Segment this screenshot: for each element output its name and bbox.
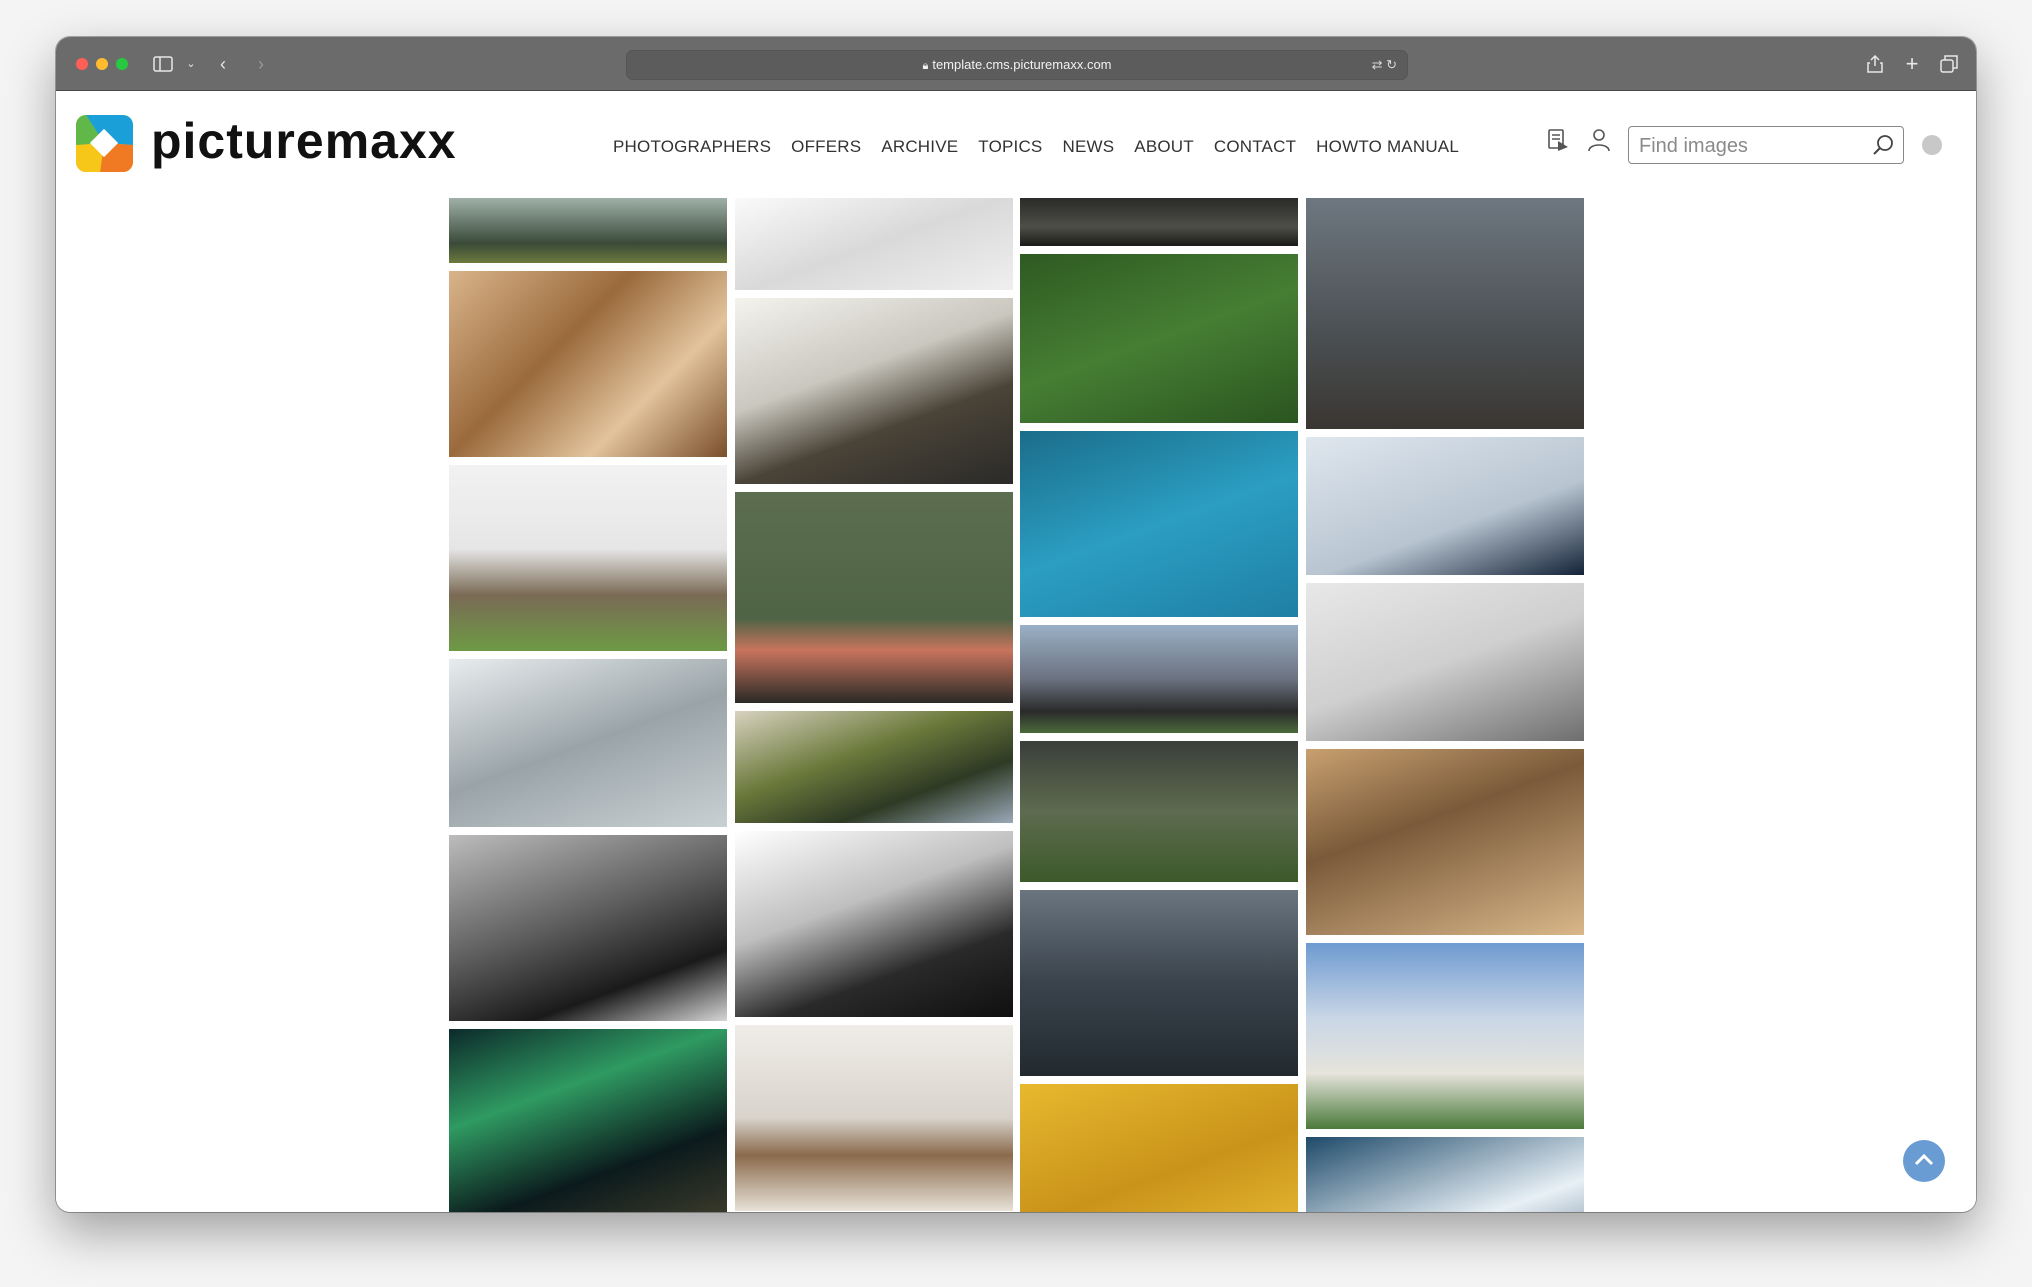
scroll-to-top-button[interactable] (1903, 1140, 1945, 1182)
gallery-image-fjord-lake[interactable] (1020, 890, 1298, 1076)
picturemaxx-logo-icon[interactable] (76, 115, 133, 172)
logo-text[interactable]: picturemaxx (151, 111, 457, 171)
gallery-image-curved-concrete-interior[interactable] (449, 659, 727, 827)
gallery-image-curved-architecture[interactable] (735, 831, 1013, 1017)
language-globe-icon[interactable] (1922, 135, 1942, 155)
gallery-image-light-shadows[interactable] (735, 198, 1013, 290)
nav-about[interactable]: ABOUT (1134, 137, 1194, 157)
nav-contact[interactable]: CONTACT (1214, 137, 1296, 157)
nav-topics[interactable]: TOPICS (978, 137, 1042, 157)
chevron-up-icon (1914, 1153, 1934, 1166)
back-icon[interactable]: ‹ (210, 51, 236, 77)
address-url: template.cms.picturemaxx.com (932, 57, 1112, 72)
gallery-image-office-interior[interactable] (1306, 583, 1584, 741)
share-icon[interactable] (1862, 51, 1888, 77)
gallery-image-yellow-stadium-seats[interactable] (1020, 1084, 1298, 1212)
search-input[interactable] (1637, 127, 1871, 165)
gallery-image-glass-house-terrace[interactable] (449, 465, 727, 651)
nav-news[interactable]: NEWS (1062, 137, 1114, 157)
gallery-image-mountain-valley-aerial[interactable] (735, 711, 1013, 823)
gallery-image-modern-house[interactable] (1020, 625, 1298, 733)
gallery-image-modern-building[interactable] (1306, 943, 1584, 1129)
gallery-image-living-room[interactable] (735, 1025, 1013, 1211)
gallery-image-lake-reflection[interactable] (449, 198, 727, 263)
gallery-image-wooden-ceiling[interactable] (449, 271, 727, 457)
gallery-image-mountain-goats[interactable] (1306, 198, 1584, 429)
gallery-image-rugby-field-aerial[interactable] (1020, 254, 1298, 423)
nav-offers[interactable]: OFFERS (791, 137, 861, 157)
gallery-image-swimmers-aerial[interactable] (1020, 431, 1298, 617)
main-nav: PHOTOGRAPHERS OFFERS ARCHIVE TOPICS NEWS… (613, 137, 1479, 157)
gallery-image-basketball-players[interactable] (1306, 749, 1584, 935)
minimize-window-button[interactable] (96, 58, 108, 70)
new-tab-icon[interactable]: + (1899, 51, 1925, 77)
image-gallery (449, 198, 1584, 1212)
nav-howto-manual[interactable]: HOWTO MANUAL (1316, 137, 1459, 157)
web-page: picturemaxx PHOTOGRAPHERS OFFERS ARCHIVE… (56, 91, 1976, 1212)
maximize-window-button[interactable] (116, 58, 128, 70)
lock-icon: 🔒︎ (922, 60, 929, 72)
forward-icon[interactable]: › (248, 51, 274, 77)
tabs-overview-icon[interactable] (1936, 51, 1962, 77)
close-window-button[interactable] (76, 58, 88, 70)
gallery-image-green-mountain[interactable] (1020, 741, 1298, 882)
search-icon[interactable] (1871, 133, 1895, 157)
gallery-image-climber-snowy-peaks[interactable] (1306, 437, 1584, 575)
gallery-image-basalt-columns-beach[interactable] (449, 835, 727, 1021)
translate-reload-icons[interactable]: ⇄ ↻ (1372, 51, 1397, 79)
nav-archive[interactable]: ARCHIVE (881, 137, 958, 157)
gallery-image-dark-hills[interactable] (1020, 198, 1298, 246)
search-box (1628, 126, 1904, 165)
chevron-down-icon[interactable]: ⌄ (178, 51, 204, 77)
sidebar-toggle-icon[interactable] (150, 51, 176, 77)
address-bar[interactable]: 🔒︎ template.cms.picturemaxx.com ⇄ ↻ (626, 50, 1408, 80)
user-icon[interactable] (1586, 127, 1612, 153)
lightbox-icon[interactable] (1546, 127, 1572, 153)
gallery-image-mountain-road[interactable] (735, 298, 1013, 484)
nav-photographers[interactable]: PHOTOGRAPHERS (613, 137, 771, 157)
gallery-image-ocean-wave[interactable] (1306, 1137, 1584, 1212)
gallery-image-pink-sofa-room[interactable] (735, 492, 1013, 703)
browser-titlebar: ⌄ ‹ › 🔒︎ template.cms.picturemaxx.com ⇄ ↻… (56, 37, 1976, 91)
browser-window: ⌄ ‹ › 🔒︎ template.cms.picturemaxx.com ⇄ ↻… (56, 37, 1976, 1212)
gallery-image-aurora-borealis[interactable] (449, 1029, 727, 1212)
